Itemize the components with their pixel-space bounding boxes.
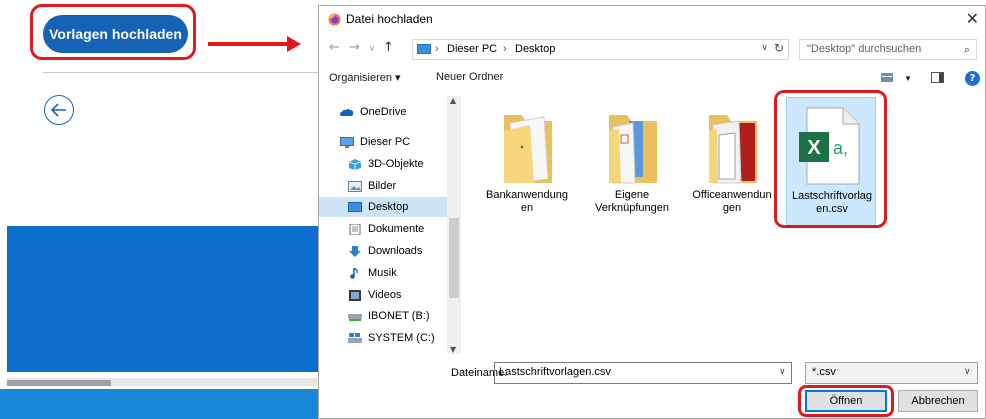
new-folder-button[interactable]: Neuer Ordner xyxy=(436,71,503,83)
pc-icon xyxy=(417,44,431,54)
file-item-bankanwendungen[interactable]: Bankanwendung en xyxy=(482,97,572,227)
address-bar[interactable]: › Dieser PC › Desktop ∨ ↻ xyxy=(412,39,789,60)
nav-label: Videos xyxy=(368,289,402,301)
pictures-icon xyxy=(348,180,362,192)
nav-item-system-drive[interactable]: SYSTEM (C:) xyxy=(319,328,447,348)
file-name: Bankanwendung en xyxy=(482,189,572,215)
search-icon: ⌕ xyxy=(963,43,970,56)
blue-banner xyxy=(7,226,327,372)
scrollbar-thumb[interactable] xyxy=(449,218,459,298)
address-dropdown-icon[interactable]: ∨ xyxy=(761,43,768,53)
filetype-dropdown-icon[interactable]: ∨ xyxy=(964,367,971,377)
file-name-line: Bankanwendung xyxy=(486,189,568,201)
pc-icon xyxy=(340,136,354,148)
system-drive-icon xyxy=(348,332,362,343)
command-bar: Organisieren ▾ Neuer Ordner ▼ ? xyxy=(319,66,985,90)
nav-item-downloads[interactable]: Downloads xyxy=(319,241,447,261)
file-name-line: Eigene xyxy=(614,189,650,201)
folder-icon xyxy=(709,115,757,184)
file-upload-dialog: Datei hochladen ✕ ← → ∨ ↑ › Dieser PC › … xyxy=(318,5,986,419)
nav-item-ibonet-drive[interactable]: IBONET (B:) xyxy=(319,306,447,326)
nav-item-3d-objects[interactable]: 3D-Objekte xyxy=(319,154,447,174)
network-drive-icon xyxy=(348,313,362,321)
scroll-up-icon[interactable]: ▲ xyxy=(450,96,456,105)
nav-label: OneDrive xyxy=(360,106,407,118)
callout-arrow xyxy=(208,42,288,46)
nav-item-this-pc[interactable]: Dieser PC xyxy=(319,132,447,152)
nav-label: Dieser PC xyxy=(360,136,411,148)
back-button[interactable] xyxy=(44,95,74,125)
help-icon[interactable]: ? xyxy=(965,71,980,86)
breadcrumb-desktop[interactable]: Desktop xyxy=(515,43,555,55)
folder-icon xyxy=(504,115,552,184)
nav-item-pictures[interactable]: Bilder xyxy=(319,176,447,196)
documents-icon xyxy=(349,223,361,235)
file-name-line: gen xyxy=(722,202,742,214)
filename-input[interactable]: Lastschriftvorlagen.csv xyxy=(494,362,792,384)
file-name-line: Officeanwendun xyxy=(692,189,772,201)
desktop-icon xyxy=(348,201,362,212)
nav-label: Dokumente xyxy=(368,223,425,235)
file-highlight-callout xyxy=(774,90,887,228)
nav-label: Bilder xyxy=(368,180,397,192)
crumb-separator-icon: › xyxy=(503,43,507,55)
nav-label: Musik xyxy=(368,267,397,279)
file-name: Officeanwendun gen xyxy=(687,189,777,215)
navigation-pane: OneDrive Dieser PC 3D-Objekte Bilder Des… xyxy=(319,96,461,354)
scrollbar-thumb[interactable] xyxy=(7,380,111,386)
callout-arrow-head xyxy=(287,36,301,52)
music-icon xyxy=(350,267,358,279)
scroll-down-icon[interactable]: ▼ xyxy=(450,345,456,354)
view-options-icon[interactable] xyxy=(881,73,893,82)
back-arrow-icon[interactable]: ← xyxy=(329,40,340,55)
close-icon[interactable]: ✕ xyxy=(966,9,979,28)
search-input[interactable]: "Desktop" durchsuchen ⌕ xyxy=(799,39,977,60)
nav-item-desktop[interactable]: Desktop xyxy=(319,197,447,217)
onedrive-icon xyxy=(340,108,354,116)
nav-item-videos[interactable]: Videos xyxy=(319,285,447,305)
folder-icon xyxy=(609,115,657,184)
preview-pane-icon[interactable] xyxy=(931,72,944,83)
file-name-line: Verknüpfungen xyxy=(594,202,669,214)
blue-footer xyxy=(0,389,330,419)
dialog-titlebar: Datei hochladen ✕ xyxy=(319,6,985,34)
file-item-officeanwendungen[interactable]: Officeanwendun gen xyxy=(687,97,777,227)
nav-label: Desktop xyxy=(368,201,409,213)
nav-label: Downloads xyxy=(368,245,423,257)
filetype-select[interactable]: *.csv xyxy=(805,362,978,384)
dialog-title: Datei hochladen xyxy=(346,12,433,26)
nav-item-music[interactable]: Musik xyxy=(319,263,447,283)
divider xyxy=(43,72,323,73)
nav-label: SYSTEM (C:) xyxy=(368,332,435,344)
organize-menu[interactable]: Organisieren ▾ xyxy=(329,71,401,84)
open-button[interactable]: Öffnen xyxy=(805,390,887,412)
filename-dropdown-icon[interactable]: ∨ xyxy=(779,367,786,377)
downloads-icon xyxy=(349,245,361,257)
crumb-separator-icon: › xyxy=(435,43,439,55)
nav-item-onedrive[interactable]: OneDrive xyxy=(319,102,447,122)
nav-label: 3D-Objekte xyxy=(368,158,424,170)
file-item-eigene-verknuepfungen[interactable]: Eigene Verknüpfungen xyxy=(587,97,677,227)
breadcrumb-this-pc[interactable]: Dieser PC xyxy=(447,43,497,55)
file-name: Eigene Verknüpfungen xyxy=(587,189,677,215)
forward-arrow-icon[interactable]: → xyxy=(349,40,360,55)
view-dropdown-icon[interactable]: ▼ xyxy=(904,74,912,83)
recent-dropdown-icon[interactable]: ∨ xyxy=(369,44,375,53)
file-name-line: en xyxy=(520,202,534,214)
nav-item-documents[interactable]: Dokumente xyxy=(319,219,447,239)
arrow-left-icon xyxy=(51,103,66,117)
cancel-button[interactable]: Abbrechen xyxy=(898,390,978,412)
up-arrow-icon[interactable]: ↑ xyxy=(383,40,394,55)
3d-objects-icon xyxy=(348,158,362,170)
upload-templates-button[interactable]: Vorlagen hochladen xyxy=(43,15,188,53)
nav-label: IBONET (B:) xyxy=(368,310,430,322)
nav-scrollbar[interactable]: ▲ ▼ xyxy=(447,96,461,354)
videos-icon xyxy=(349,289,361,301)
address-bar-row: ← → ∨ ↑ › Dieser PC › Desktop ∨ ↻ "Deskt… xyxy=(319,36,985,62)
firefox-icon xyxy=(328,13,341,26)
refresh-icon[interactable]: ↻ xyxy=(774,41,784,55)
search-placeholder: "Desktop" durchsuchen xyxy=(807,43,922,55)
